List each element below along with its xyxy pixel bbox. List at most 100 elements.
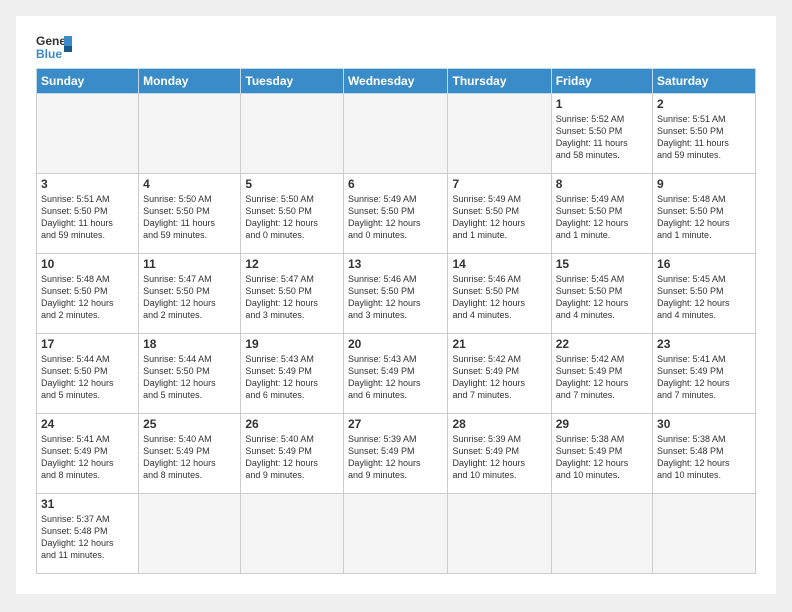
calendar-cell: [343, 94, 448, 174]
day-info: Sunrise: 5:42 AM Sunset: 5:49 PM Dayligh…: [556, 353, 648, 402]
day-info: Sunrise: 5:39 AM Sunset: 5:49 PM Dayligh…: [452, 433, 546, 482]
calendar-cell: 11Sunrise: 5:47 AM Sunset: 5:50 PM Dayli…: [139, 254, 241, 334]
day-number: 21: [452, 337, 546, 351]
calendar-cell: 18 Sunrise: 5:44 AM Sunset: 5:50 PM Dayli…: [139, 334, 241, 414]
calendar-cell: 12 Sunrise: 5:47 AM Sunset: 5:50 PM Dayli…: [241, 254, 344, 334]
calendar-cell: [139, 494, 241, 574]
calendar-cell: 29 Sunrise: 5:38 AM Sunset: 5:49 PM Dayli…: [551, 414, 652, 494]
calendar-cell: 1 Sunrise: 5:52 AM Sunset: 5:50 PM Daylig…: [551, 94, 652, 174]
day-number: 24: [41, 417, 134, 431]
weekday-header-sunday: Sunday: [37, 69, 139, 94]
day-info: Sunrise: 5:38 AM Sunset: 5:48 PM Dayligh…: [657, 433, 751, 482]
day-info: Sunrise: 5:42 AM Sunset: 5:49 PM Dayligh…: [452, 353, 546, 402]
day-number: 6: [348, 177, 444, 191]
calendar-cell: 8 Sunrise: 5:49 AM Sunset: 5:50 PM Daylig…: [551, 174, 652, 254]
day-info: Sunrise: 5:51 AM Sunset: 5:50 PM Dayligh…: [657, 113, 751, 162]
calendar-cell: 27Sunrise: 5:39 AM Sunset: 5:49 PM Dayli…: [343, 414, 448, 494]
day-number: 25: [143, 417, 236, 431]
day-info: Sunrise: 5:43 AM Sunset: 5:49 PM Dayligh…: [348, 353, 444, 402]
calendar-header: SundayMondayTuesdayWednesdayThursdayFrid…: [37, 69, 756, 94]
calendar-cell: 20Sunrise: 5:43 AM Sunset: 5:49 PM Dayli…: [343, 334, 448, 414]
calendar-week-5: 31 Sunrise: 5:37 AM Sunset: 5:48 PM Dayli…: [37, 494, 756, 574]
calendar-cell: 19Sunrise: 5:43 AM Sunset: 5:49 PM Dayli…: [241, 334, 344, 414]
day-number: 13: [348, 257, 444, 271]
day-info: Sunrise: 5:49 AM Sunset: 5:50 PM Dayligh…: [556, 193, 648, 242]
day-number: 2: [657, 97, 751, 111]
calendar-cell: 26 Sunrise: 5:40 AM Sunset: 5:49 PM Dayli…: [241, 414, 344, 494]
day-number: 3: [41, 177, 134, 191]
day-number: 22: [556, 337, 648, 351]
day-info: Sunrise: 5:40 AM Sunset: 5:49 PM Dayligh…: [245, 433, 339, 482]
day-info: Sunrise: 5:51 AM Sunset: 5:50 PM Dayligh…: [41, 193, 134, 242]
calendar-cell: 6 Sunrise: 5:49 AM Sunset: 5:50 PM Daylig…: [343, 174, 448, 254]
day-info: Sunrise: 5:40 AM Sunset: 5:49 PM Dayligh…: [143, 433, 236, 482]
calendar-cell: 5Sunrise: 5:50 AM Sunset: 5:50 PM Daylig…: [241, 174, 344, 254]
calendar-cell: 7Sunrise: 5:49 AM Sunset: 5:50 PM Daylig…: [448, 174, 551, 254]
day-info: Sunrise: 5:41 AM Sunset: 5:49 PM Dayligh…: [41, 433, 134, 482]
day-info: Sunrise: 5:50 AM Sunset: 5:50 PM Dayligh…: [245, 193, 339, 242]
calendar-cell: 30Sunrise: 5:38 AM Sunset: 5:48 PM Dayli…: [653, 414, 756, 494]
calendar-body: 1 Sunrise: 5:52 AM Sunset: 5:50 PM Daylig…: [37, 94, 756, 574]
calendar-cell: [448, 494, 551, 574]
page-header: General Blue: [36, 32, 756, 60]
day-info: Sunrise: 5:49 AM Sunset: 5:50 PM Dayligh…: [348, 193, 444, 242]
day-info: Sunrise: 5:47 AM Sunset: 5:50 PM Dayligh…: [245, 273, 339, 322]
day-info: Sunrise: 5:39 AM Sunset: 5:49 PM Dayligh…: [348, 433, 444, 482]
calendar-cell: 13 Sunrise: 5:46 AM Sunset: 5:50 PM Dayli…: [343, 254, 448, 334]
day-number: 12: [245, 257, 339, 271]
calendar-cell: [139, 94, 241, 174]
calendar-cell: 2 Sunrise: 5:51 AM Sunset: 5:50 PM Daylig…: [653, 94, 756, 174]
calendar-cell: 23Sunrise: 5:41 AM Sunset: 5:49 PM Dayli…: [653, 334, 756, 414]
day-info: Sunrise: 5:37 AM Sunset: 5:48 PM Dayligh…: [41, 513, 134, 562]
day-number: 14: [452, 257, 546, 271]
day-info: Sunrise: 5:52 AM Sunset: 5:50 PM Dayligh…: [556, 113, 648, 162]
svg-text:Blue: Blue: [36, 47, 62, 60]
calendar-week-3: 17 Sunrise: 5:44 AM Sunset: 5:50 PM Dayli…: [37, 334, 756, 414]
calendar-cell: 10Sunrise: 5:48 AM Sunset: 5:50 PM Dayli…: [37, 254, 139, 334]
day-info: Sunrise: 5:44 AM Sunset: 5:50 PM Dayligh…: [143, 353, 236, 402]
day-info: Sunrise: 5:46 AM Sunset: 5:50 PM Dayligh…: [348, 273, 444, 322]
day-number: 31: [41, 497, 134, 511]
day-number: 16: [657, 257, 751, 271]
day-number: 9: [657, 177, 751, 191]
day-number: 10: [41, 257, 134, 271]
calendar-cell: 9Sunrise: 5:48 AM Sunset: 5:50 PM Daylig…: [653, 174, 756, 254]
logo-icon: General Blue: [36, 32, 72, 60]
calendar-week-2: 10Sunrise: 5:48 AM Sunset: 5:50 PM Dayli…: [37, 254, 756, 334]
day-info: Sunrise: 5:41 AM Sunset: 5:49 PM Dayligh…: [657, 353, 751, 402]
logo: General Blue: [36, 32, 76, 60]
weekday-header-monday: Monday: [139, 69, 241, 94]
weekday-header-wednesday: Wednesday: [343, 69, 448, 94]
day-number: 19: [245, 337, 339, 351]
weekday-header-thursday: Thursday: [448, 69, 551, 94]
day-number: 29: [556, 417, 648, 431]
day-number: 8: [556, 177, 648, 191]
calendar-page: General Blue SundayMondayTuesdayWednesda…: [16, 16, 776, 594]
calendar-cell: 17 Sunrise: 5:44 AM Sunset: 5:50 PM Dayli…: [37, 334, 139, 414]
day-info: Sunrise: 5:38 AM Sunset: 5:49 PM Dayligh…: [556, 433, 648, 482]
calendar-week-1: 3 Sunrise: 5:51 AM Sunset: 5:50 PM Daylig…: [37, 174, 756, 254]
day-info: Sunrise: 5:49 AM Sunset: 5:50 PM Dayligh…: [452, 193, 546, 242]
calendar-table: SundayMondayTuesdayWednesdayThursdayFrid…: [36, 68, 756, 574]
calendar-cell: 25 Sunrise: 5:40 AM Sunset: 5:49 PM Dayli…: [139, 414, 241, 494]
day-number: 18: [143, 337, 236, 351]
calendar-cell: 31 Sunrise: 5:37 AM Sunset: 5:48 PM Dayli…: [37, 494, 139, 574]
calendar-cell: [653, 494, 756, 574]
weekday-header-tuesday: Tuesday: [241, 69, 344, 94]
day-number: 1: [556, 97, 648, 111]
day-number: 28: [452, 417, 546, 431]
calendar-cell: 28 Sunrise: 5:39 AM Sunset: 5:49 PM Dayli…: [448, 414, 551, 494]
weekday-header-saturday: Saturday: [653, 69, 756, 94]
day-info: Sunrise: 5:46 AM Sunset: 5:50 PM Dayligh…: [452, 273, 546, 322]
calendar-cell: [241, 494, 344, 574]
day-info: Sunrise: 5:45 AM Sunset: 5:50 PM Dayligh…: [657, 273, 751, 322]
weekday-header-friday: Friday: [551, 69, 652, 94]
day-number: 26: [245, 417, 339, 431]
day-info: Sunrise: 5:44 AM Sunset: 5:50 PM Dayligh…: [41, 353, 134, 402]
calendar-cell: 15Sunrise: 5:45 AM Sunset: 5:50 PM Dayli…: [551, 254, 652, 334]
day-number: 17: [41, 337, 134, 351]
day-info: Sunrise: 5:50 AM Sunset: 5:50 PM Dayligh…: [143, 193, 236, 242]
weekday-header-row: SundayMondayTuesdayWednesdayThursdayFrid…: [37, 69, 756, 94]
calendar-cell: [343, 494, 448, 574]
calendar-cell: 14 Sunrise: 5:46 AM Sunset: 5:50 PM Dayli…: [448, 254, 551, 334]
